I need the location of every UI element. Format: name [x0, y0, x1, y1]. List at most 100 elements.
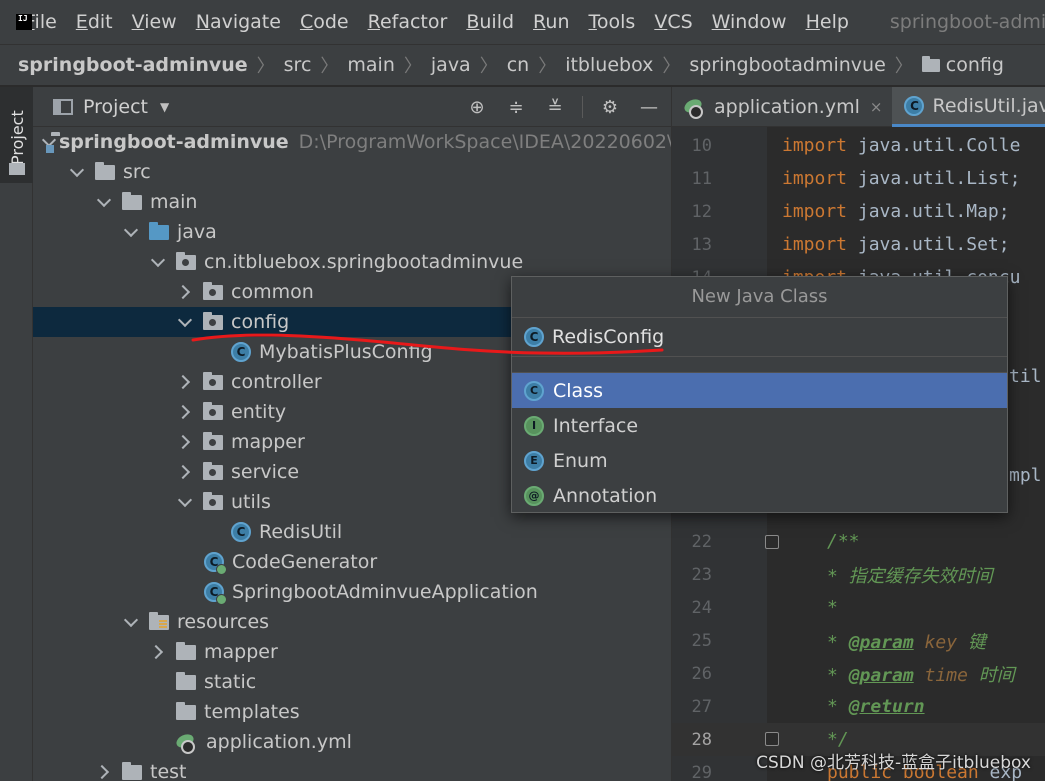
minimize-icon[interactable]: — — [637, 95, 661, 119]
breadcrumb-src[interactable]: src — [284, 54, 312, 76]
chevron-down-icon[interactable] — [177, 494, 193, 510]
code-line[interactable]: 24 * — [672, 591, 1045, 624]
tree-item-static[interactable]: static — [33, 667, 671, 697]
chevron-right-icon[interactable] — [96, 764, 112, 780]
kind-option-enum[interactable]: E Enum — [512, 443, 1007, 478]
tree-item-resources-mapper[interactable]: mapper — [33, 637, 671, 667]
tree-item-project-root[interactable]: springboot-adminvue D:\ProgramWorkSpace\… — [33, 127, 671, 157]
breadcrumb-project[interactable]: springboot-adminvue — [18, 54, 248, 76]
code-text: java.util.Set; — [847, 234, 1010, 255]
breadcrumb-java[interactable]: java — [431, 54, 471, 76]
code-line[interactable]: 12 import java.util.Map; — [672, 195, 1045, 228]
package-icon — [203, 371, 223, 390]
project-panel-title[interactable]: Project — [83, 96, 148, 118]
chevron-down-icon[interactable] — [177, 314, 193, 330]
tree-item-application-yml[interactable]: application.yml — [33, 727, 671, 757]
class-name-input[interactable]: C RedisConfig — [512, 317, 1007, 355]
chevron-right-icon[interactable] — [177, 404, 193, 420]
menu-navigate[interactable]: Navigate — [196, 11, 281, 33]
kind-option-interface[interactable]: I Interface — [512, 408, 1007, 443]
chevron-right-icon[interactable] — [177, 434, 193, 450]
menu-run[interactable]: Run — [533, 11, 569, 33]
line-number: 11 — [691, 168, 712, 189]
line-number: 27 — [691, 696, 712, 717]
code-line[interactable]: 10 import java.util.Colle — [672, 129, 1045, 162]
chevron-right-icon[interactable] — [177, 464, 193, 480]
spring-boot-class-icon: C — [204, 582, 227, 605]
tab-application-yml[interactable]: application.yml × — [672, 87, 892, 127]
chevron-right-icon[interactable] — [177, 284, 193, 300]
kind-option-annotation[interactable]: @ Annotation — [512, 478, 1007, 513]
keyword: import — [782, 201, 848, 222]
chevron-right-icon[interactable] — [177, 374, 193, 390]
chevron-down-icon[interactable] — [96, 194, 112, 210]
code-line[interactable]: 26 * @param time 时间 — [672, 657, 1045, 690]
javadoc-param: key — [913, 631, 958, 653]
tree-item-label: templates — [204, 701, 300, 723]
menu-code[interactable]: Code — [300, 11, 349, 33]
package-icon — [203, 311, 223, 330]
locate-target-icon[interactable]: ⊕ — [465, 95, 489, 119]
resources-folder-icon — [149, 611, 169, 630]
tree-item-redisutil[interactable]: C RedisUtil — [33, 517, 671, 547]
project-tool-tab[interactable]: Project — [0, 87, 33, 183]
tree-item-label: test — [150, 761, 187, 781]
toolbar-divider — [582, 96, 583, 118]
fold-marker-icon[interactable] — [765, 732, 779, 746]
tab-label: application.yml — [714, 96, 860, 118]
code-line[interactable]: 23 * 指定缓存失效时间 — [672, 558, 1045, 591]
menu-window[interactable]: Window — [712, 11, 787, 33]
breadcrumb-cn[interactable]: cn — [507, 54, 530, 76]
close-icon[interactable]: × — [870, 98, 883, 116]
chevron-down-icon[interactable] — [69, 164, 85, 180]
comment: */ — [827, 729, 849, 750]
enum-kind-icon: E — [524, 450, 544, 471]
breadcrumb-itbluebox[interactable]: itbluebox — [565, 54, 653, 76]
tree-item-application-class[interactable]: C SpringbootAdminvueApplication — [33, 577, 671, 607]
chevron-down-icon[interactable] — [150, 254, 166, 270]
menu-build[interactable]: Build — [466, 11, 514, 33]
tree-item-templates[interactable]: templates — [33, 697, 671, 727]
expand-all-icon[interactable]: ≑ — [504, 95, 528, 119]
tree-item-label: config — [231, 311, 290, 333]
breadcrumb-springbootadminvue[interactable]: springbootadminvue — [689, 54, 885, 76]
tree-item-main[interactable]: main — [33, 187, 671, 217]
tree-item-resources[interactable]: resources — [33, 607, 671, 637]
project-path: D:\ProgramWorkSpace\IDEA\20220602\sp — [298, 131, 671, 153]
menu-vcs[interactable]: VCS — [654, 11, 692, 33]
menu-view[interactable]: View — [132, 11, 177, 33]
tree-item-java[interactable]: java — [33, 217, 671, 247]
breadcrumb-main[interactable]: main — [347, 54, 394, 76]
tree-item-src[interactable]: src — [33, 157, 671, 187]
menu-tools[interactable]: Tools — [589, 11, 636, 33]
code-line[interactable]: 25 * @param key 键 — [672, 624, 1045, 657]
kind-option-class[interactable]: C Class — [512, 373, 1007, 408]
code-text: java.util.List; — [847, 168, 1021, 189]
code-line[interactable]: 22 /** — [672, 525, 1045, 558]
chevron-down-icon[interactable] — [123, 224, 139, 240]
code-line[interactable]: 27 * @return — [672, 690, 1045, 723]
package-icon — [176, 251, 196, 270]
breadcrumb-config[interactable]: config — [946, 54, 1004, 76]
tree-item-package-root[interactable]: cn.itbluebox.springbootadminvue — [33, 247, 671, 277]
code-line[interactable]: 13 import java.util.Set; — [672, 228, 1045, 261]
class-name-value: RedisConfig — [552, 325, 665, 348]
class-kind-icon: C — [524, 380, 544, 401]
tree-item-codegenerator[interactable]: C CodeGenerator — [33, 547, 671, 577]
code-line[interactable]: 11 import java.util.List; — [672, 162, 1045, 195]
class-kind-list: C Class I Interface E Enum @ Annotation — [512, 373, 1007, 513]
gear-icon[interactable]: ⚙ — [598, 95, 622, 119]
menu-help[interactable]: Help — [806, 11, 849, 33]
dropdown-triangle-icon[interactable]: ▼ — [160, 100, 169, 114]
collapse-all-icon[interactable]: ≚ — [543, 95, 567, 119]
project-panel-toolbar: ⊕ ≑ ≚ ⚙ — — [465, 95, 661, 119]
tree-item-label: springboot-adminvue — [59, 131, 289, 153]
line-number: 12 — [691, 201, 712, 222]
menu-edit[interactable]: Edit — [76, 11, 113, 33]
chevron-down-icon[interactable] — [123, 614, 139, 630]
breadcrumb-chevron-icon: 〉 — [256, 56, 275, 77]
tree-item-test[interactable]: test — [33, 757, 671, 781]
menu-refactor[interactable]: Refactor — [368, 11, 448, 33]
chevron-right-icon[interactable] — [150, 644, 166, 660]
tab-redisutil-java[interactable]: C RedisUtil.java — [892, 87, 1045, 127]
